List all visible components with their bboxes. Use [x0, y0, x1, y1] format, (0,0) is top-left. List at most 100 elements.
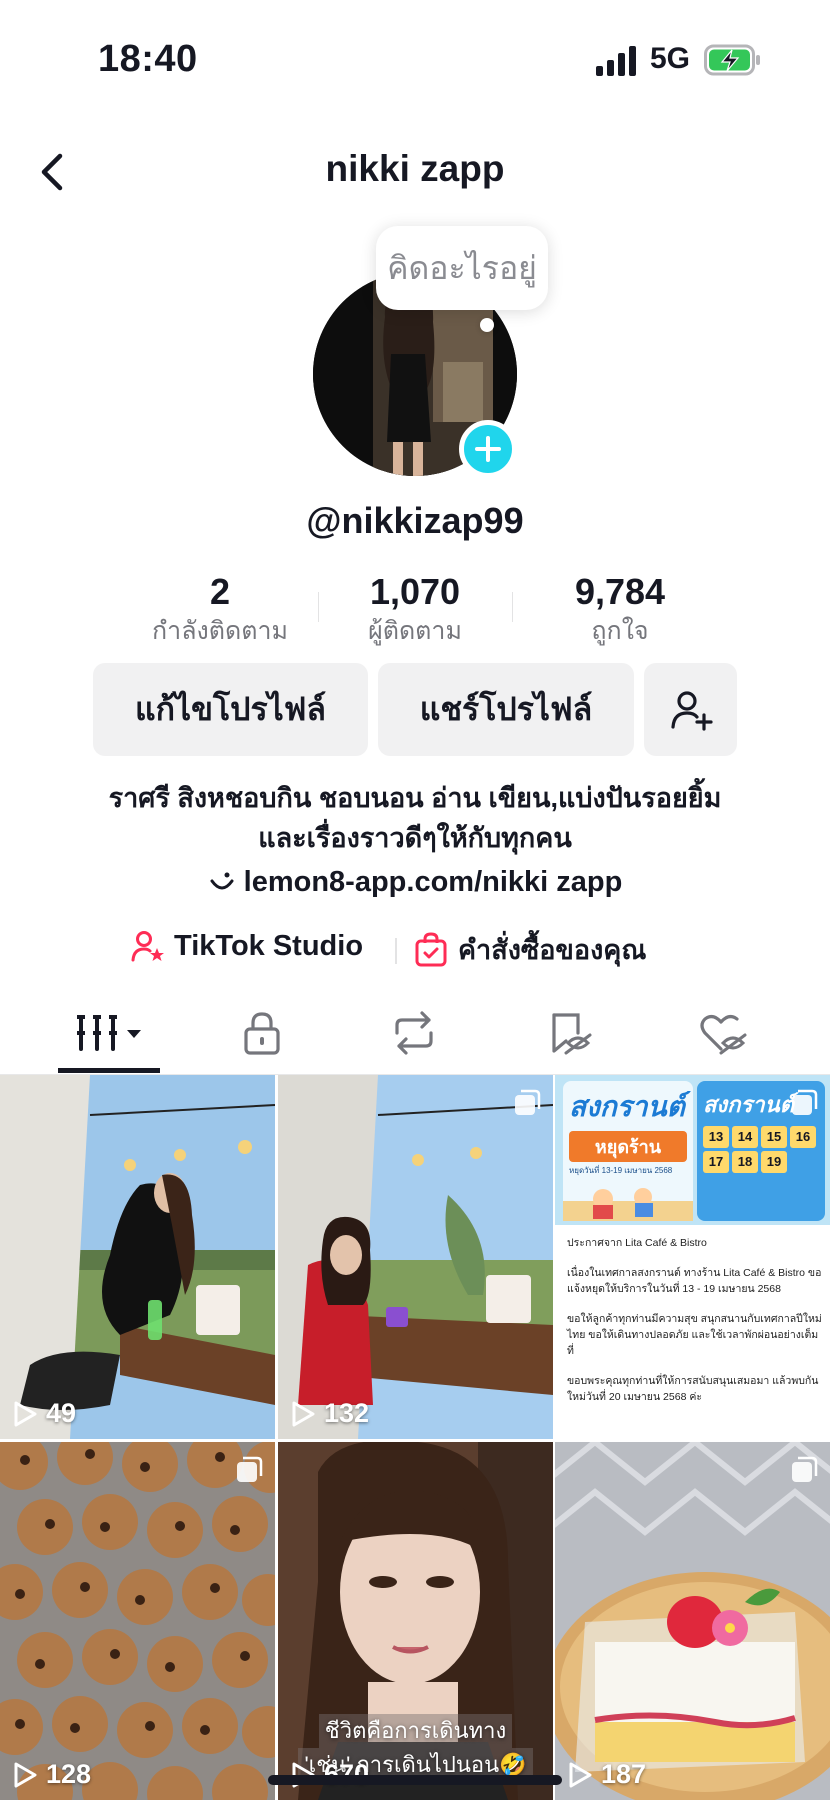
repost-icon: [395, 1011, 433, 1055]
profile-stats: 2 กำลังติดตาม 1,070 ผู้ติดตาม 9,784 ถูกใ…: [120, 570, 710, 650]
share-profile-button[interactable]: แชร์โปรไฟล์: [378, 663, 634, 756]
stat-divider: [512, 592, 513, 622]
tab-private[interactable]: [212, 995, 312, 1071]
tab-reposts[interactable]: [364, 995, 464, 1071]
play-icon: [14, 1762, 37, 1787]
view-count: 132: [290, 1398, 369, 1429]
profile-header: nikki zapp: [0, 140, 830, 204]
plus-icon: [475, 436, 501, 462]
video-preview: [278, 1075, 553, 1439]
stat-divider: [318, 592, 319, 622]
status-bubble[interactable]: คิดอะไรอยู่: [376, 226, 548, 310]
view-count-value: 128: [46, 1759, 92, 1789]
video-preview: [555, 1442, 830, 1800]
bio-line: และเรื่องราวดีๆให้กับทุกคน: [258, 823, 572, 853]
add-story-button[interactable]: [459, 420, 517, 478]
notice-text: ประกาศจาก Lita Café & Bistro เนื่องในเทศ…: [567, 1235, 822, 1405]
video-thumbnail[interactable]: 128: [0, 1442, 275, 1800]
battery-charging-icon: [704, 44, 760, 76]
view-count-value: 49: [46, 1398, 77, 1428]
calendar-day: 19: [761, 1151, 787, 1173]
view-count-value: 132: [324, 1398, 370, 1428]
lemon8-icon: [210, 872, 234, 890]
video-thumbnail[interactable]: สงกรานต์ หยุดร้าน หยุดวันที่ 13-19 เมษาย…: [555, 1075, 830, 1439]
notice-paragraph: ขอบพระคุณทุกท่านที่ให้การสนับสนุนเสมอมา …: [567, 1375, 819, 1403]
calendar-day: 14: [732, 1126, 758, 1148]
page-title: nikki zapp: [325, 148, 505, 189]
grid-dropdown-icon: [77, 1015, 141, 1051]
stat-following[interactable]: 2 กำลังติดตาม: [120, 570, 320, 648]
multi-photo-icon: [792, 1456, 818, 1482]
orders-link[interactable]: คำสั่งซื้อของคุณ: [414, 928, 646, 971]
calendar-day: 15: [761, 1126, 787, 1148]
active-tab-indicator: [58, 1068, 160, 1073]
poster-banner: สงกรานต์ หยุดร้าน หยุดวันที่ 13-19 เมษาย…: [555, 1075, 830, 1225]
stat-value: 1,070: [369, 571, 461, 612]
notice-paragraph: เนื่องในเทศกาลสงกรานต์ ทางร้าน Lita Café…: [567, 1267, 822, 1295]
calendar-day: 17: [703, 1151, 729, 1173]
view-count: 49: [12, 1398, 76, 1429]
video-preview: [0, 1075, 275, 1439]
shortcut-divider: [395, 938, 397, 964]
bio: ราศรี สิงหชอบกิน ชอบนอน อ่าน เขียน,แบ่งป…: [40, 778, 790, 858]
video-grid: 49 132 สงกรานต์ หยุดร้าน หยุดวันที่ 13-1…: [0, 1075, 830, 1800]
tab-videos[interactable]: [60, 995, 160, 1071]
bio-link[interactable]: lemon8-app.com/nikki zapp: [0, 866, 830, 899]
video-thumbnail[interactable]: 132: [278, 1075, 553, 1439]
stat-followers[interactable]: 1,070 ผู้ติดตาม: [330, 570, 500, 648]
tab-favorites[interactable]: [520, 995, 620, 1071]
tiktok-studio-label: TikTok Studio: [174, 929, 364, 962]
add-friend-icon: [670, 690, 713, 731]
bio-link-text: lemon8-app.com/nikki zapp: [243, 866, 623, 898]
network-type: 5G: [650, 42, 691, 75]
video-thumbnail[interactable]: 49: [0, 1075, 275, 1439]
orders-label: คำสั่งซื้อของคุณ: [458, 935, 647, 965]
view-count: 187: [567, 1759, 646, 1790]
multi-photo-icon: [792, 1089, 818, 1115]
content-tabs: [0, 995, 830, 1075]
play-icon: [569, 1762, 592, 1787]
edit-profile-button[interactable]: แก้ไขโปรไฟล์: [93, 663, 368, 756]
stat-label: ถูกใจ: [591, 617, 649, 645]
signal-icon: [596, 46, 636, 76]
poster-illustration: [563, 1188, 693, 1221]
stat-value: 9,784: [574, 571, 666, 612]
calendar-day: 18: [732, 1151, 758, 1173]
shopping-bag-icon: [415, 931, 447, 966]
tiktok-studio-link[interactable]: TikTok Studio: [130, 928, 363, 964]
poster-left: สงกรานต์ หยุดร้าน หยุดวันที่ 13-19 เมษาย…: [563, 1081, 693, 1221]
stat-label: ผู้ติดตาม: [368, 617, 462, 645]
creator-star-icon: [131, 931, 164, 962]
play-icon: [292, 1401, 315, 1426]
status-time: 18:40: [98, 38, 198, 80]
home-indicator: [268, 1775, 562, 1785]
stat-likes[interactable]: 9,784 ถูกใจ: [540, 570, 700, 648]
tab-liked[interactable]: [672, 995, 772, 1071]
notice-paragraph: ขอให้ลูกค้าทุกท่านมีความสุข สนุกสนานกับเ…: [567, 1313, 822, 1357]
video-preview: [0, 1442, 275, 1800]
video-thumbnail[interactable]: 187: [555, 1442, 830, 1800]
view-count-value: 187: [601, 1759, 647, 1789]
profile-shortcuts: TikTok Studio คำสั่งซื้อของคุณ: [0, 928, 830, 972]
bio-line: ราศรี สิงหชอบกิน ชอบนอน อ่าน เขียน,แบ่งป…: [108, 783, 722, 813]
stat-value: 2: [209, 571, 231, 612]
calendar-days: 13 14 15 16 17 18 19: [703, 1126, 819, 1173]
bubble-tail: [480, 318, 494, 332]
multi-photo-icon: [237, 1456, 263, 1482]
calendar-day: 13: [703, 1126, 729, 1148]
poster-closed: หยุดร้าน: [569, 1131, 687, 1162]
notice-title: ประกาศจาก Lita Café & Bistro: [567, 1237, 707, 1249]
calendar-day: 16: [790, 1126, 816, 1148]
play-icon: [14, 1401, 37, 1426]
lock-icon: [244, 1012, 280, 1055]
heart-hidden-icon: [700, 1015, 747, 1055]
add-friend-button[interactable]: [644, 663, 737, 756]
bookmark-hidden-icon: [552, 1013, 592, 1055]
stat-label: กำลังติดตาม: [152, 617, 288, 645]
view-count: 128: [12, 1759, 91, 1790]
video-thumbnail[interactable]: ชีวิตคือการเดินทาง 'เช่น' การเดินไปนอน🤣 …: [278, 1442, 553, 1800]
multi-photo-icon: [515, 1089, 541, 1115]
poster-title: สงกรานต์: [569, 1091, 685, 1122]
caption-line: ชีวิตคือการเดินทาง: [318, 1714, 513, 1748]
status-bar: 18:40 5G: [0, 0, 830, 120]
